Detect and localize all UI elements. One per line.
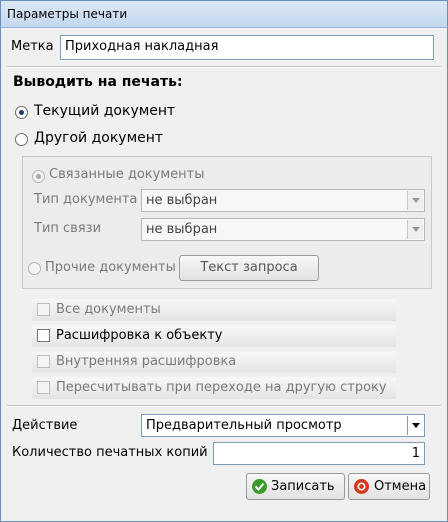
chevron-down-icon[interactable] bbox=[407, 416, 423, 435]
all-docs-label[interactable]: Все документы bbox=[56, 302, 161, 317]
checkmark-icon bbox=[252, 479, 267, 494]
other-doc-label[interactable]: Другой документ bbox=[34, 130, 163, 146]
label-field-label: Метка bbox=[11, 39, 54, 54]
print-heading: Выводить на печать: bbox=[13, 74, 183, 90]
internal-decode-label[interactable]: Внутренняя расшифровка bbox=[56, 354, 236, 369]
chevron-down-icon[interactable] bbox=[407, 191, 423, 210]
copies-input[interactable]: 1 bbox=[213, 442, 425, 465]
other-docs-label[interactable]: Прочие документы bbox=[45, 260, 176, 275]
cancel-icon bbox=[354, 479, 369, 494]
separator bbox=[7, 66, 441, 68]
action-label: Действие bbox=[12, 418, 78, 433]
save-button[interactable]: Записать bbox=[246, 473, 345, 500]
decode-to-object-checkbox[interactable] bbox=[37, 329, 50, 342]
related-docs-label[interactable]: Связанные документы bbox=[49, 167, 204, 182]
decode-to-object-option[interactable]: Расшифровка к объекту bbox=[32, 325, 396, 347]
window-title: Параметры печати bbox=[7, 7, 128, 21]
action-value: Предварительный просмотр bbox=[146, 418, 342, 433]
internal-decode-option[interactable]: Внутренняя расшифровка bbox=[32, 351, 396, 373]
current-doc-radio[interactable] bbox=[15, 106, 28, 119]
link-type-select[interactable]: не выбран bbox=[141, 218, 425, 241]
separator bbox=[7, 405, 441, 407]
recalc-option[interactable]: Пересчитывать при переходе на другую стр… bbox=[32, 377, 396, 399]
print-settings-dialog: Параметры печати Метка Приходная накладн… bbox=[0, 0, 448, 522]
title-bar: Параметры печати bbox=[1, 1, 447, 28]
related-docs-radio[interactable] bbox=[32, 170, 45, 183]
other-docs-radio[interactable] bbox=[28, 262, 41, 275]
recalc-checkbox[interactable] bbox=[37, 381, 50, 394]
cancel-label: Отмена bbox=[374, 479, 427, 494]
save-label: Записать bbox=[271, 479, 335, 494]
internal-decode-checkbox[interactable] bbox=[37, 355, 50, 368]
label-input[interactable]: Приходная накладная bbox=[60, 35, 434, 60]
link-type-label: Тип связи bbox=[34, 221, 102, 236]
all-docs-option[interactable]: Все документы bbox=[32, 299, 396, 321]
doc-type-select[interactable]: не выбран bbox=[141, 189, 425, 212]
all-docs-checkbox[interactable] bbox=[37, 303, 50, 316]
cancel-button[interactable]: Отмена bbox=[348, 473, 430, 500]
recalc-label[interactable]: Пересчитывать при переходе на другую стр… bbox=[56, 380, 387, 395]
chevron-down-icon[interactable] bbox=[407, 220, 423, 239]
link-type-value: не выбран bbox=[146, 222, 218, 237]
other-doc-radio[interactable] bbox=[15, 133, 28, 146]
doc-type-label: Тип документа bbox=[34, 192, 138, 207]
doc-type-value: не выбран bbox=[146, 193, 218, 208]
action-select[interactable]: Предварительный просмотр bbox=[141, 414, 425, 437]
decode-to-object-label[interactable]: Расшифровка к объекту bbox=[56, 328, 223, 343]
query-text-button[interactable]: Текст запроса bbox=[179, 255, 319, 281]
copies-label: Количество печатных копий bbox=[12, 445, 208, 460]
current-doc-label[interactable]: Текущий документ bbox=[34, 103, 175, 119]
